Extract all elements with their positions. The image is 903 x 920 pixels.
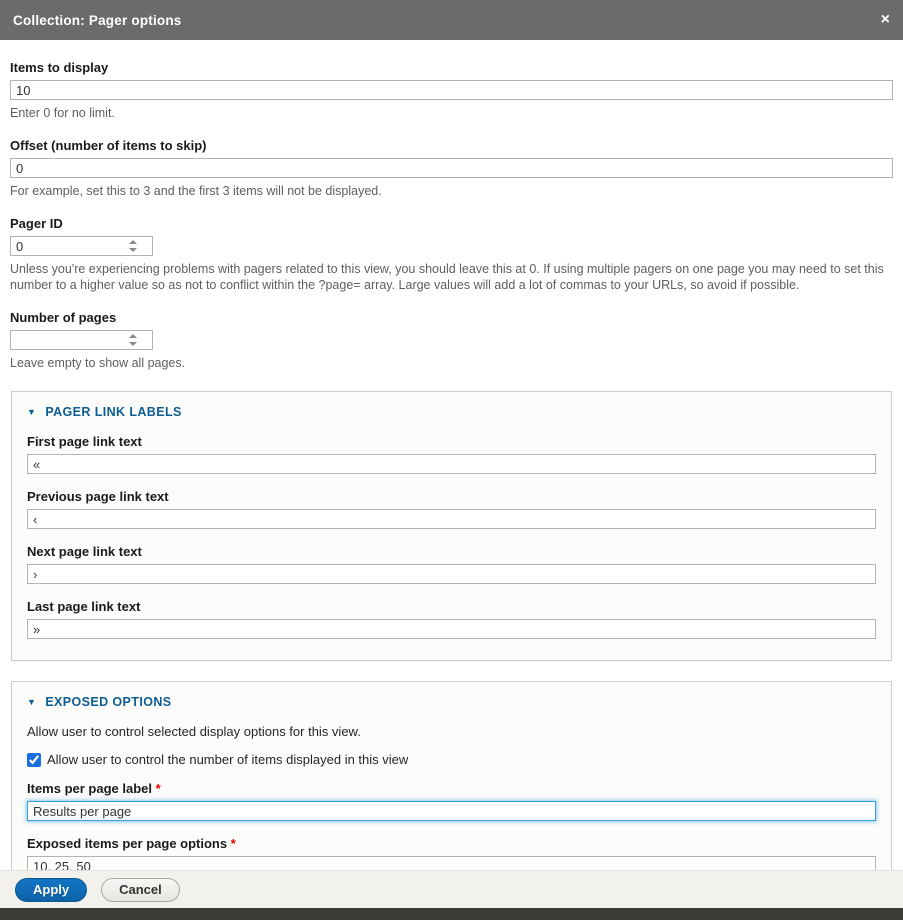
items-to-display-field: Items to display Enter 0 for no limit. (10, 60, 893, 121)
exposed-options-legend[interactable]: ▼ EXPOSED OPTIONS (27, 695, 876, 709)
number-of-pages-field: Number of pages Leave empty to show all … (10, 310, 893, 371)
items-to-display-input[interactable] (10, 80, 893, 100)
exposed-options-fieldset: ▼ EXPOSED OPTIONS Allow user to control … (11, 681, 892, 870)
first-page-link-input[interactable] (27, 454, 876, 474)
pager-id-label: Pager ID (10, 216, 893, 231)
last-page-link-field: Last page link text (27, 599, 876, 639)
chevron-down-icon: ▼ (27, 697, 36, 707)
next-page-link-field: Next page link text (27, 544, 876, 584)
items-to-display-description: Enter 0 for no limit. (10, 105, 893, 121)
number-of-pages-description: Leave empty to show all pages. (10, 355, 893, 371)
previous-page-link-input[interactable] (27, 509, 876, 529)
control-items-checkbox-label: Allow user to control the number of item… (47, 752, 408, 767)
number-spinner-icon[interactable] (129, 334, 137, 346)
modal-footer: Apply Cancel (0, 870, 903, 908)
number-spinner-icon[interactable] (129, 240, 137, 252)
chevron-down-icon: ▼ (27, 407, 36, 417)
number-of-pages-label: Number of pages (10, 310, 893, 325)
pager-id-field: Pager ID Unless you're experiencing prob… (10, 216, 893, 293)
exposed-items-options-label: Exposed items per page options * (27, 836, 876, 851)
next-page-link-input[interactable] (27, 564, 876, 584)
cancel-button[interactable]: Cancel (101, 878, 180, 902)
pager-link-labels-legend[interactable]: ▼ PAGER LINK LABELS (27, 405, 876, 419)
exposed-items-options-input[interactable] (27, 856, 876, 870)
apply-button[interactable]: Apply (15, 878, 87, 902)
next-page-link-label: Next page link text (27, 544, 876, 559)
items-per-page-label-field: Items per page label * (27, 781, 876, 821)
items-to-display-label: Items to display (10, 60, 893, 75)
items-per-page-label-label: Items per page label * (27, 781, 876, 796)
offset-description: For example, set this to 3 and the first… (10, 183, 893, 199)
items-per-page-label-input[interactable] (27, 801, 876, 821)
control-items-checkbox-row: Allow user to control the number of item… (27, 752, 876, 767)
exposed-items-options-field: Exposed items per page options * Set bet… (27, 836, 876, 870)
last-page-link-input[interactable] (27, 619, 876, 639)
pager-id-description: Unless you're experiencing problems with… (10, 261, 893, 293)
modal-titlebar: Collection: Pager options × (0, 0, 903, 40)
offset-input[interactable] (10, 158, 893, 178)
first-page-link-field: First page link text (27, 434, 876, 474)
pager-options-form: Items to display Enter 0 for no limit. O… (0, 40, 903, 870)
last-page-link-label: Last page link text (27, 599, 876, 614)
exposed-options-intro: Allow user to control selected display o… (27, 724, 876, 739)
close-icon[interactable]: × (881, 12, 890, 28)
offset-field: Offset (number of items to skip) For exa… (10, 138, 893, 199)
required-asterisk: * (156, 781, 161, 796)
previous-page-link-label: Previous page link text (27, 489, 876, 504)
page-background-strip (0, 908, 903, 920)
pager-link-labels-fieldset: ▼ PAGER LINK LABELS First page link text… (11, 391, 892, 661)
required-asterisk: * (231, 836, 236, 851)
control-items-checkbox[interactable] (27, 753, 41, 767)
modal-title: Collection: Pager options (13, 13, 182, 28)
offset-label: Offset (number of items to skip) (10, 138, 893, 153)
exposed-options-legend-text: EXPOSED OPTIONS (45, 695, 171, 709)
first-page-link-label: First page link text (27, 434, 876, 449)
pager-link-labels-legend-text: PAGER LINK LABELS (45, 405, 181, 419)
previous-page-link-field: Previous page link text (27, 489, 876, 529)
